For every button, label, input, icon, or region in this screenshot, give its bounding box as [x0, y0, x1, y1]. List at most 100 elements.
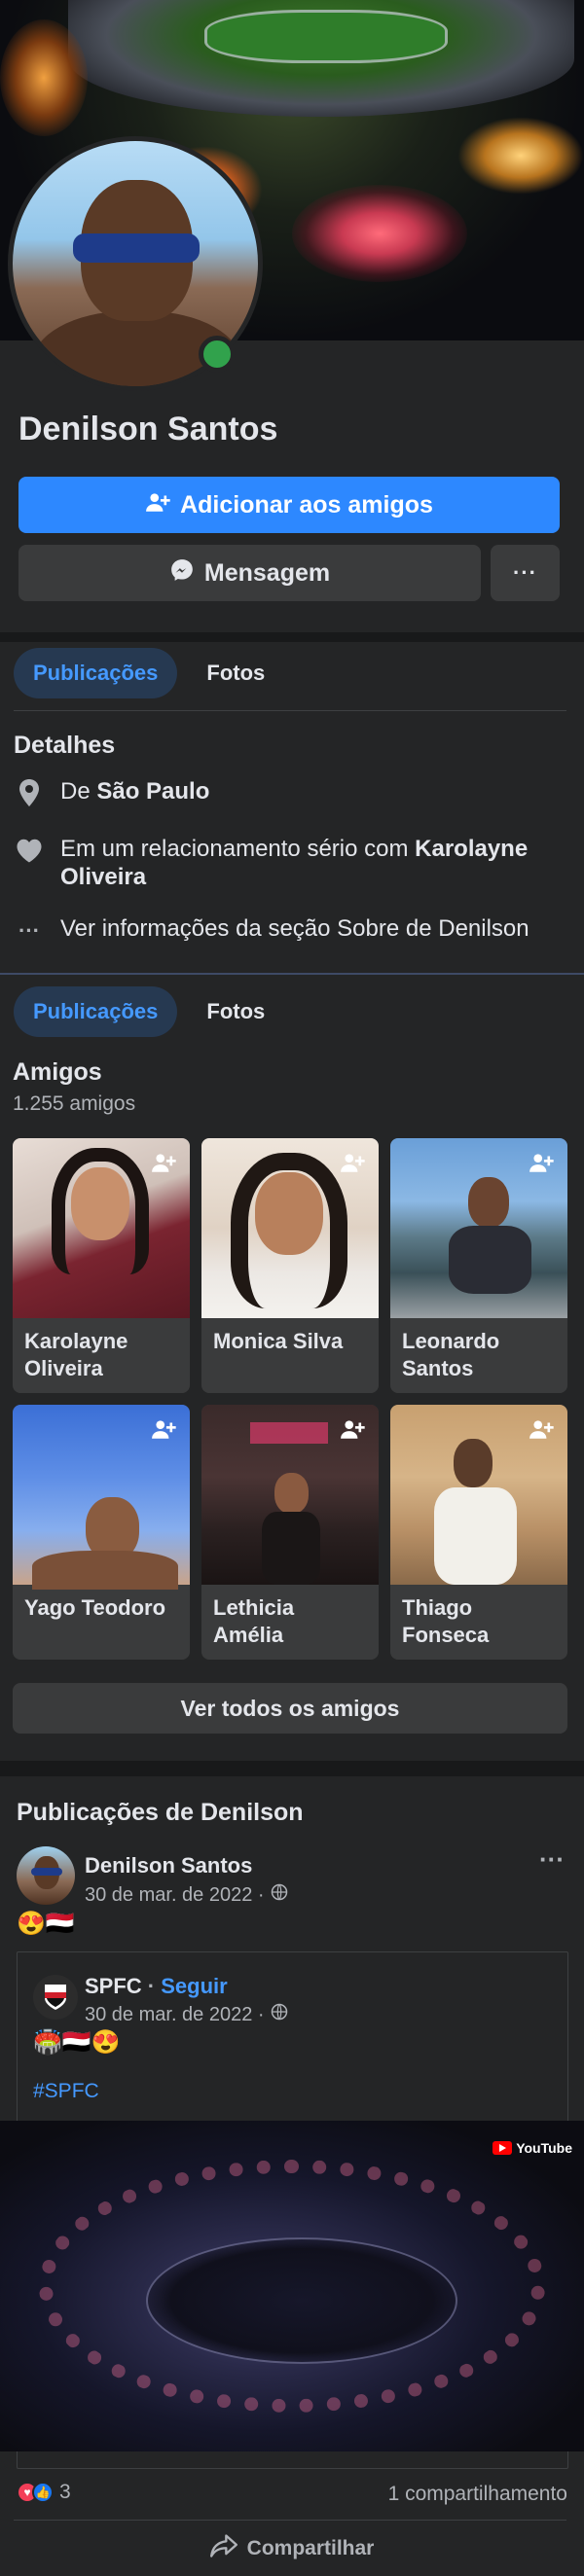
- share-count[interactable]: 1 compartilhamento: [388, 2483, 567, 2506]
- friend-body: [434, 1487, 517, 1585]
- avatar-sunglasses: [73, 233, 200, 263]
- reaction-summary[interactable]: ♥ 👍 3: [17, 2481, 71, 2504]
- follow-button[interactable]: Seguir: [161, 1974, 227, 1998]
- friend-card[interactable]: Yago Teodoro: [13, 1405, 190, 1660]
- add-friend-icon[interactable]: [529, 1150, 558, 1179]
- friend-body: [32, 1551, 178, 1590]
- shared-post-header: SPFC · Seguir: [85, 1974, 228, 1999]
- tab-posts[interactable]: Publicações: [14, 986, 178, 1037]
- tab-photos[interactable]: Fotos: [197, 648, 274, 698]
- shared-post-date[interactable]: 30 de mar. de 2022 ·: [85, 2004, 265, 2026]
- post-author-name[interactable]: Denilson Santos: [85, 1853, 252, 1878]
- share-icon: [209, 2533, 237, 2564]
- cover-flare: [457, 117, 584, 195]
- add-friend-icon[interactable]: [340, 1416, 369, 1446]
- globe-icon: [271, 1883, 288, 1907]
- friend-card[interactable]: Monica Silva: [201, 1138, 379, 1393]
- friends-title: Amigos: [13, 1058, 102, 1086]
- friend-hair: [52, 1148, 149, 1274]
- cover-flare: [0, 19, 88, 136]
- messenger-icon: [169, 557, 195, 590]
- divider: [14, 710, 566, 711]
- spfc-page-name[interactable]: SPFC: [85, 1974, 142, 1998]
- post-author-avatar[interactable]: [17, 1846, 75, 1905]
- friends-grid: Karolayne Oliveira Monica Silva Leonardo…: [13, 1138, 567, 1660]
- friend-card[interactable]: Thiago Fonseca: [390, 1405, 567, 1660]
- message-label: Mensagem: [203, 558, 331, 587]
- add-friend-icon[interactable]: [529, 1416, 558, 1446]
- location-pin-icon: [14, 777, 45, 808]
- detail-relationship: Em um relacionamento sério com Karolayne…: [14, 835, 559, 891]
- globe-icon: [271, 2003, 288, 2026]
- hometown-value[interactable]: São Paulo: [96, 778, 209, 805]
- friend-name: Monica Silva: [213, 1329, 344, 1353]
- youtube-badge: YouTube: [493, 2140, 572, 2156]
- like-icon: 👍: [32, 2482, 54, 2503]
- add-friend-icon[interactable]: [151, 1150, 180, 1179]
- friend-body: [262, 1512, 320, 1585]
- message-button[interactable]: Mensagem: [18, 545, 481, 601]
- add-friend-label: Adicionar aos amigos: [180, 490, 433, 519]
- friend-card[interactable]: Leonardo Santos: [390, 1138, 567, 1393]
- profile-name: Denilson Santos: [18, 411, 278, 447]
- neon-sign: [250, 1422, 328, 1444]
- add-friend-icon[interactable]: [151, 1416, 180, 1446]
- relationship-prefix: Em um relacionamento sério com: [60, 836, 416, 862]
- heart-icon: [14, 835, 45, 866]
- hashtag-link[interactable]: #SPFC: [33, 2080, 99, 2103]
- post-date[interactable]: 30 de mar. de 2022 ·: [85, 1884, 265, 1907]
- details-title: Detalhes: [14, 732, 116, 759]
- friend-card[interactable]: Lethicia Amélia: [201, 1405, 379, 1660]
- relationship-text: Em um relacionamento sério com Karolayne…: [60, 835, 547, 891]
- shared-post-meta: 30 de mar. de 2022 ·: [85, 2003, 288, 2026]
- add-friend-icon: [145, 489, 170, 521]
- profile-tabs-secondary: Publicações Fotos: [14, 986, 274, 1037]
- post-more-button[interactable]: ···: [539, 1844, 565, 1875]
- stadium-pitch: [146, 2237, 457, 2364]
- spfc-page-avatar[interactable]: [33, 1975, 78, 2020]
- detail-hometown: De São Paulo: [14, 777, 209, 808]
- profile-tabs: Publicações Fotos: [14, 648, 274, 698]
- friend-face: [274, 1473, 309, 1514]
- see-about-link[interactable]: ··· Ver informações da seção Sobre de De…: [14, 914, 529, 946]
- post-text: 😍🇾🇪: [17, 1911, 75, 1937]
- reaction-count: 3: [59, 2481, 71, 2503]
- friend-name: Yago Teodoro: [24, 1595, 166, 1620]
- more-dots-icon: ···: [513, 560, 537, 585]
- more-options-button[interactable]: ···: [491, 545, 560, 601]
- friend-name: Thiago Fonseca: [402, 1595, 490, 1647]
- friend-hair: [231, 1153, 347, 1308]
- see-all-friends-button[interactable]: Ver todos os amigos: [13, 1683, 567, 1734]
- add-friend-icon[interactable]: [340, 1150, 369, 1179]
- post-meta: 30 de mar. de 2022 ·: [85, 1883, 288, 1907]
- avatar-sunglasses: [31, 1868, 62, 1876]
- cover-flare: [292, 185, 467, 282]
- friend-body: [449, 1226, 531, 1294]
- more-dots-icon: ···: [18, 917, 40, 943]
- youtube-icon: [493, 2141, 513, 2155]
- friend-face: [468, 1177, 509, 1228]
- friend-card[interactable]: Karolayne Oliveira: [13, 1138, 190, 1393]
- tab-photos[interactable]: Fotos: [197, 986, 274, 1037]
- shared-post-text: 🏟️🇾🇪😍: [33, 2029, 121, 2056]
- youtube-label: YouTube: [516, 2140, 572, 2156]
- share-label: Compartilhar: [246, 2537, 375, 2559]
- friends-count: 1.255 amigos: [13, 1092, 136, 1115]
- see-about-label: Ver informações da seção Sobre de Denils…: [60, 915, 529, 942]
- friend-face: [454, 1439, 493, 1487]
- spfc-crest-icon: [45, 1985, 66, 2010]
- share-button[interactable]: Compartilhar: [0, 2525, 584, 2572]
- header-separator: ·: [141, 1974, 162, 1998]
- cover-field: [204, 10, 448, 63]
- online-status-dot: [199, 336, 236, 373]
- friend-name: Karolayne Oliveira: [24, 1329, 128, 1380]
- divider: [14, 2520, 566, 2521]
- friend-name: Lethicia Amélia: [213, 1595, 295, 1647]
- tab-posts[interactable]: Publicações: [14, 648, 178, 698]
- add-friend-button[interactable]: Adicionar aos amigos: [18, 477, 560, 533]
- posts-section-title: Publicações de Denilson: [17, 1799, 304, 1826]
- hometown-prefix: De: [60, 778, 97, 805]
- video-thumbnail[interactable]: YouTube: [0, 2121, 584, 2451]
- hometown-text: De São Paulo: [60, 777, 209, 805]
- friend-name: Leonardo Santos: [402, 1329, 500, 1380]
